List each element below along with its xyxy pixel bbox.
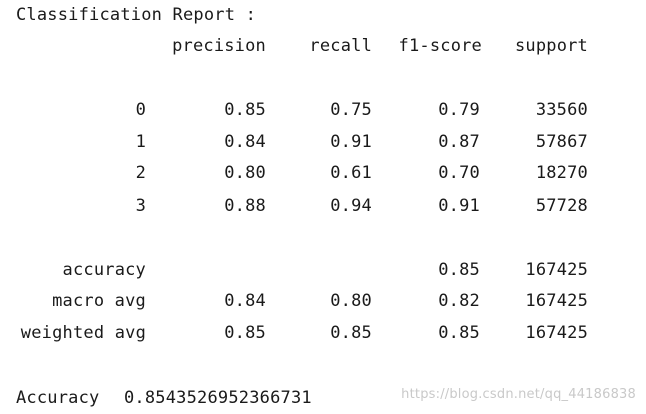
- summary-precision: 0.84: [224, 291, 266, 311]
- row-label: 2: [135, 163, 146, 183]
- header-support: support: [514, 36, 588, 56]
- summary-f1: 0.85: [438, 260, 480, 280]
- row-recall: 0.75: [330, 100, 372, 120]
- summary-recall: 0.85: [330, 323, 372, 343]
- report-title: Classification Report :: [16, 5, 257, 25]
- row-recall: 0.91: [330, 132, 372, 152]
- row-label: 0: [135, 100, 146, 120]
- row-support: 57867: [535, 132, 588, 152]
- summary-recall: 0.80: [330, 291, 372, 311]
- summary-support: 167425: [525, 260, 588, 280]
- row-f1: 0.87: [438, 132, 480, 152]
- row-f1: 0.91: [438, 196, 480, 216]
- header-f1-score: f1-score: [398, 36, 482, 56]
- summary-support: 167425: [525, 323, 588, 343]
- summary-label-accuracy: accuracy: [62, 260, 146, 280]
- accuracy-line-label: Accuracy: [16, 388, 100, 408]
- row-precision: 0.85: [224, 100, 266, 120]
- row-support: 18270: [535, 163, 588, 183]
- summary-label-weighted-avg: weighted avg: [20, 323, 146, 343]
- watermark-url: https://blog.csdn.net/qq_44186838: [401, 387, 636, 402]
- accuracy-line-value: 0.8543526952366731: [124, 388, 312, 408]
- row-label: 3: [135, 196, 146, 216]
- row-f1: 0.79: [438, 100, 480, 120]
- row-precision: 0.84: [224, 132, 266, 152]
- summary-f1: 0.82: [438, 291, 480, 311]
- row-label: 1: [135, 132, 146, 152]
- row-recall: 0.94: [330, 196, 372, 216]
- summary-label-macro-avg: macro avg: [52, 291, 146, 311]
- row-precision: 0.88: [224, 196, 266, 216]
- header-recall: recall: [309, 36, 372, 56]
- summary-f1: 0.85: [438, 323, 480, 343]
- row-support: 33560: [535, 100, 588, 120]
- row-f1: 0.70: [438, 163, 480, 183]
- row-support: 57728: [535, 196, 588, 216]
- header-precision: precision: [172, 36, 266, 56]
- row-precision: 0.80: [224, 163, 266, 183]
- row-recall: 0.61: [330, 163, 372, 183]
- summary-support: 167425: [525, 291, 588, 311]
- console-output: Classification Report : precision recall…: [0, 0, 646, 414]
- summary-precision: 0.85: [224, 323, 266, 343]
